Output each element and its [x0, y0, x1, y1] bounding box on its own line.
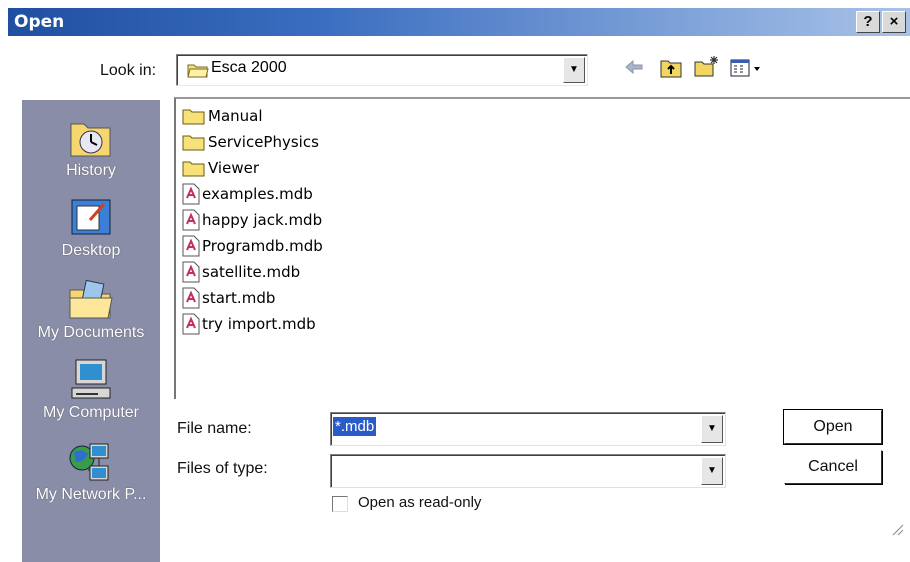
file-name: Programdb.mdb: [202, 237, 323, 255]
file-name: try import.mdb: [202, 315, 316, 333]
back-arrow-icon[interactable]: [624, 58, 644, 76]
access-db-icon: [182, 183, 200, 205]
place-my-network-label: My Network P...: [35, 486, 147, 503]
access-db-icon: [182, 287, 200, 309]
files-of-type-select[interactable]: ▼: [330, 454, 726, 488]
list-item[interactable]: Programdb.mdb: [182, 233, 323, 259]
open-dialog: Look in: Esca 2000 ▼ History Desktop My …: [8, 36, 910, 562]
file-name-dropdown-arrow[interactable]: ▼: [701, 415, 723, 443]
files-of-type-label: Files of type:: [177, 460, 268, 477]
list-item[interactable]: examples.mdb: [182, 181, 313, 207]
close-button[interactable]: ×: [882, 11, 906, 33]
look-in-combo[interactable]: Esca 2000 ▼: [176, 54, 588, 86]
place-desktop-label: Desktop: [61, 242, 121, 259]
access-db-icon: [182, 261, 200, 283]
file-name-input[interactable]: *.mdb ▼: [330, 412, 726, 446]
place-desktop[interactable]: Desktop: [22, 192, 160, 272]
my-documents-icon: [69, 279, 113, 319]
up-folder-icon[interactable]: [660, 58, 682, 78]
file-name: Viewer: [208, 159, 259, 177]
cancel-button[interactable]: Cancel: [784, 450, 882, 484]
list-item[interactable]: ServicePhysics: [182, 129, 319, 155]
file-name: examples.mdb: [202, 185, 313, 203]
list-item[interactable]: start.mdb: [182, 285, 275, 311]
access-db-icon: [182, 235, 200, 257]
folder-icon: [182, 161, 205, 176]
look-in-label: Look in:: [100, 62, 157, 79]
list-item[interactable]: satellite.mdb: [182, 259, 300, 285]
title-bar: Open ? ×: [8, 8, 910, 36]
open-button[interactable]: Open: [783, 409, 883, 445]
access-db-icon: [182, 313, 200, 335]
file-name: happy jack.mdb: [202, 211, 323, 229]
desktop-icon: [71, 199, 111, 235]
new-folder-icon[interactable]: [694, 54, 720, 78]
look-in-dropdown-arrow[interactable]: ▼: [563, 57, 585, 83]
place-history-label: History: [66, 162, 116, 179]
places-bar: History Desktop My Documents My Computer…: [22, 100, 160, 562]
access-db-icon: [182, 209, 200, 231]
window-title: Open: [14, 12, 65, 32]
file-list[interactable]: Manual ServicePhysics Viewer examples.md…: [174, 97, 910, 399]
look-in-value: Esca 2000: [211, 59, 287, 76]
file-name: Manual: [208, 107, 263, 125]
place-history[interactable]: History: [22, 112, 160, 192]
file-name: start.mdb: [202, 289, 276, 307]
file-name: ServicePhysics: [208, 133, 319, 151]
file-name-label: File name:: [177, 420, 252, 437]
resize-grip-icon[interactable]: [890, 522, 904, 536]
place-my-documents-label: My Documents: [37, 324, 145, 341]
my-computer-icon: [71, 359, 111, 399]
read-only-label[interactable]: Open as read-only: [358, 494, 481, 511]
list-item[interactable]: Viewer: [182, 155, 259, 181]
file-name-value: *.mdb: [333, 417, 377, 436]
help-button[interactable]: ?: [856, 11, 880, 33]
my-network-places-icon: [69, 443, 109, 481]
read-only-checkbox[interactable]: [332, 496, 348, 512]
place-my-network[interactable]: My Network P...: [22, 436, 160, 516]
place-my-documents[interactable]: My Documents: [22, 274, 160, 354]
place-my-computer[interactable]: My Computer: [22, 354, 160, 434]
place-my-computer-label: My Computer: [42, 404, 140, 421]
view-menu-icon[interactable]: [730, 58, 770, 78]
file-name: satellite.mdb: [202, 263, 301, 281]
files-of-type-dropdown-arrow[interactable]: ▼: [701, 457, 723, 485]
list-item[interactable]: happy jack.mdb: [182, 207, 322, 233]
list-item[interactable]: try import.mdb: [182, 311, 316, 337]
folder-open-icon: [187, 64, 209, 78]
folder-icon: [182, 109, 205, 124]
history-icon: [70, 123, 111, 157]
folder-icon: [182, 135, 205, 150]
list-item[interactable]: Manual: [182, 103, 263, 129]
